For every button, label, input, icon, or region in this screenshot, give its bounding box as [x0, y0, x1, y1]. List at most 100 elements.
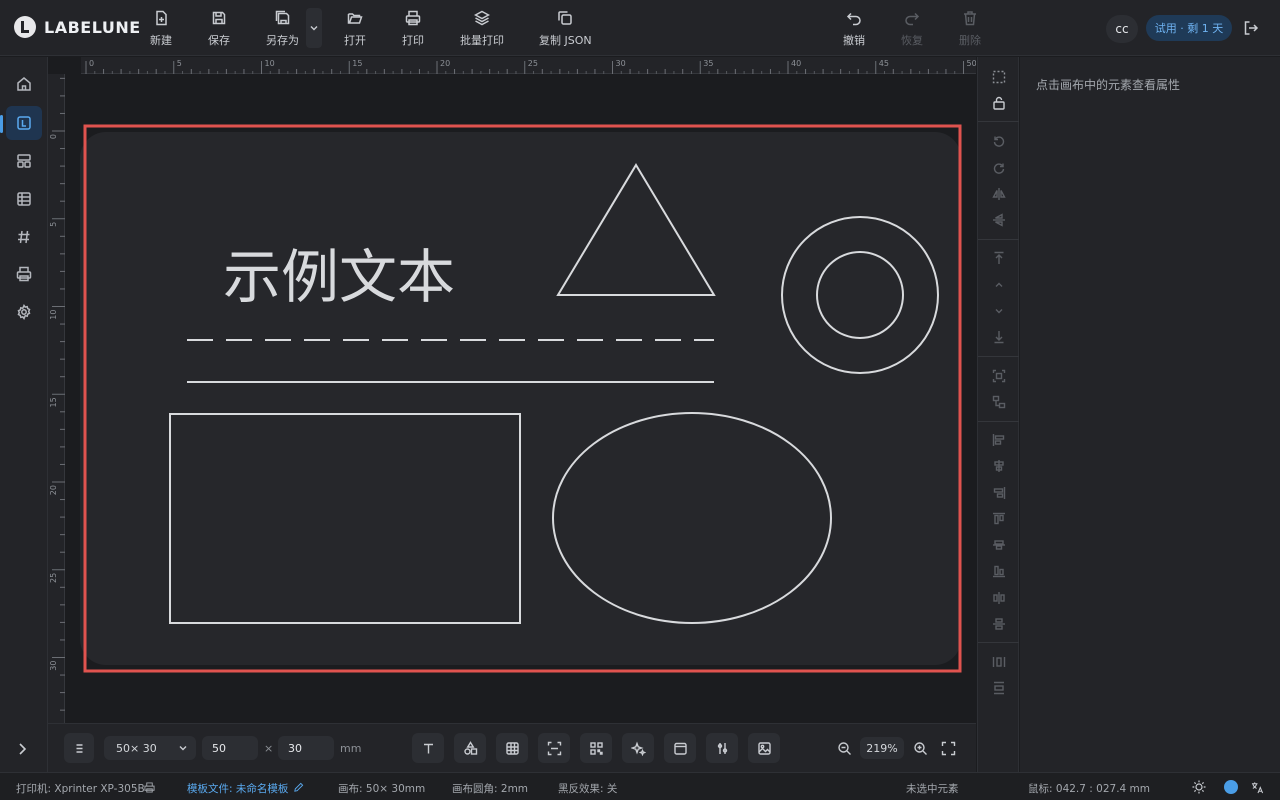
- save-as-button[interactable]: 另存为: [266, 10, 299, 48]
- accent-color-swatch[interactable]: [1224, 780, 1238, 794]
- logout-icon[interactable]: [1243, 20, 1259, 36]
- ungroup-icon: [992, 395, 1006, 409]
- distribute-h-button[interactable]: [991, 590, 1007, 606]
- flip-vertical-icon: [993, 213, 1005, 227]
- ruler-label: 45: [879, 59, 889, 68]
- undo-button[interactable]: 撤销: [843, 10, 865, 48]
- layers-menu-button[interactable]: [64, 733, 94, 763]
- add-text-button[interactable]: [412, 733, 444, 763]
- sidebar-item-home[interactable]: [6, 67, 42, 101]
- ruler-label: 10: [49, 310, 58, 320]
- size-preset-select[interactable]: 50× 30: [104, 736, 196, 760]
- add-shape-button[interactable]: [454, 733, 486, 763]
- center-horizontal-icon: [992, 657, 1006, 667]
- sidebar-item-serial[interactable]: [6, 220, 42, 254]
- copy-icon: [558, 11, 573, 25]
- save-as-dropdown-button[interactable]: [306, 8, 322, 48]
- sun-icon[interactable]: [1192, 780, 1206, 794]
- print-button[interactable]: 打印: [402, 10, 424, 48]
- trial-badge[interactable]: 试用 · 剩 1 天: [1146, 15, 1232, 41]
- add-qrcode-button[interactable]: [580, 733, 612, 763]
- bring-to-front-button[interactable]: [991, 250, 1007, 266]
- canvas-center-v-button[interactable]: [991, 680, 1007, 696]
- translate-icon[interactable]: [1251, 781, 1264, 794]
- arrange-toolbar: [977, 57, 1019, 772]
- ruler-label: 30: [616, 59, 626, 68]
- add-table-button[interactable]: [496, 733, 528, 763]
- sidebar-item-templates[interactable]: [6, 144, 42, 178]
- select-all-button[interactable]: [991, 69, 1007, 85]
- zoom-out-icon[interactable]: [837, 741, 852, 756]
- sidebar-item-printer[interactable]: [6, 257, 42, 291]
- add-variable-button[interactable]: [706, 733, 738, 763]
- label-canvas[interactable]: 示例文本: [65, 74, 976, 723]
- tool-divider: [978, 356, 1019, 357]
- expand-sidebar-icon[interactable]: [14, 741, 30, 757]
- layers-icon: [474, 10, 490, 26]
- redo-button[interactable]: 恢复: [901, 10, 923, 48]
- tool-divider: [978, 121, 1019, 122]
- canvas-center-h-button[interactable]: [991, 654, 1007, 670]
- batch-print-button[interactable]: 批量打印: [460, 10, 504, 48]
- sample-text[interactable]: 示例文本: [223, 243, 455, 311]
- ruler-label: 20: [440, 59, 450, 68]
- ruler-label: 25: [528, 59, 538, 68]
- top-toolbar: LABELUNE 新建 保存 另存为 打开 打印 批量打印 复制 JSON 撤销…: [0, 0, 1280, 56]
- new-button[interactable]: 新建: [150, 10, 172, 48]
- align-right-button[interactable]: [991, 485, 1007, 501]
- height-input[interactable]: 30: [278, 736, 334, 760]
- add-date-button[interactable]: [664, 733, 696, 763]
- zoom-level[interactable]: 219%: [860, 737, 904, 759]
- mouse-position-status: 鼠标: 042.7 : 027.4 mm: [1028, 781, 1150, 796]
- open-label: 打开: [344, 34, 366, 47]
- sidebar-item-table[interactable]: [6, 182, 42, 216]
- user-avatar[interactable]: cc: [1106, 15, 1138, 43]
- align-center-v-button[interactable]: [991, 537, 1007, 553]
- add-image-button[interactable]: [748, 733, 780, 763]
- lock-button[interactable]: [991, 95, 1007, 111]
- distribute-v-button[interactable]: [991, 616, 1007, 632]
- add-barcode-button[interactable]: [538, 733, 570, 763]
- ruler-left-scale: 0 5 10 15 20 25 30: [49, 77, 65, 711]
- bring-forward-button[interactable]: [991, 277, 1007, 293]
- flip-horizontal-button[interactable]: [991, 186, 1007, 202]
- table-icon: [505, 741, 519, 755]
- rotate-left-button[interactable]: [991, 133, 1007, 149]
- save-as-icon: [275, 10, 289, 25]
- align-left-button[interactable]: [991, 432, 1007, 448]
- pencil-icon[interactable]: [293, 782, 304, 793]
- printer-icon: [144, 782, 155, 793]
- align-top-icon: [993, 512, 1005, 525]
- fullscreen-icon[interactable]: [941, 741, 956, 756]
- label-icon: [17, 116, 31, 130]
- send-backward-button[interactable]: [991, 303, 1007, 319]
- template-file-status[interactable]: 模板文件: 未命名模板: [187, 781, 288, 796]
- align-bottom-button[interactable]: [991, 563, 1007, 579]
- align-top-button[interactable]: [991, 511, 1007, 527]
- add-ai-element-button[interactable]: [622, 733, 654, 763]
- image-icon: [757, 741, 771, 755]
- group-button[interactable]: [991, 368, 1007, 384]
- invert-value: 关: [606, 783, 618, 795]
- flip-vertical-button[interactable]: [991, 212, 1007, 228]
- copy-json-button[interactable]: 复制 JSON: [539, 10, 592, 48]
- canvas-radius-label: 画布圆角:: [452, 783, 498, 795]
- sidebar-item-label-editor[interactable]: [6, 106, 42, 140]
- template-icon: [17, 154, 31, 168]
- width-input[interactable]: 50: [202, 736, 258, 760]
- save-button[interactable]: 保存: [208, 10, 230, 48]
- align-center-h-button[interactable]: [991, 458, 1007, 474]
- open-button[interactable]: 打开: [344, 10, 366, 48]
- canvas-radius-value: 2mm: [500, 783, 529, 795]
- printer-status: 打印机: Xprinter XP-305B: [16, 781, 145, 796]
- delete-button[interactable]: 删除: [959, 10, 981, 48]
- zoom-in-icon[interactable]: [913, 741, 928, 756]
- ungroup-button[interactable]: [991, 394, 1007, 410]
- sidebar-item-settings[interactable]: [6, 295, 42, 329]
- ruler-label: 0: [89, 59, 94, 68]
- workspace: 0 5 10 15 20 25 30 35 40 45 50 0 5 10 15 20 25 30 示例文本: [48, 57, 977, 723]
- send-to-back-button[interactable]: [991, 329, 1007, 345]
- rotate-right-button[interactable]: [991, 160, 1007, 176]
- save-label: 保存: [208, 34, 230, 47]
- mouse-position-value: 042.7 : 027.4 mm: [1055, 783, 1151, 795]
